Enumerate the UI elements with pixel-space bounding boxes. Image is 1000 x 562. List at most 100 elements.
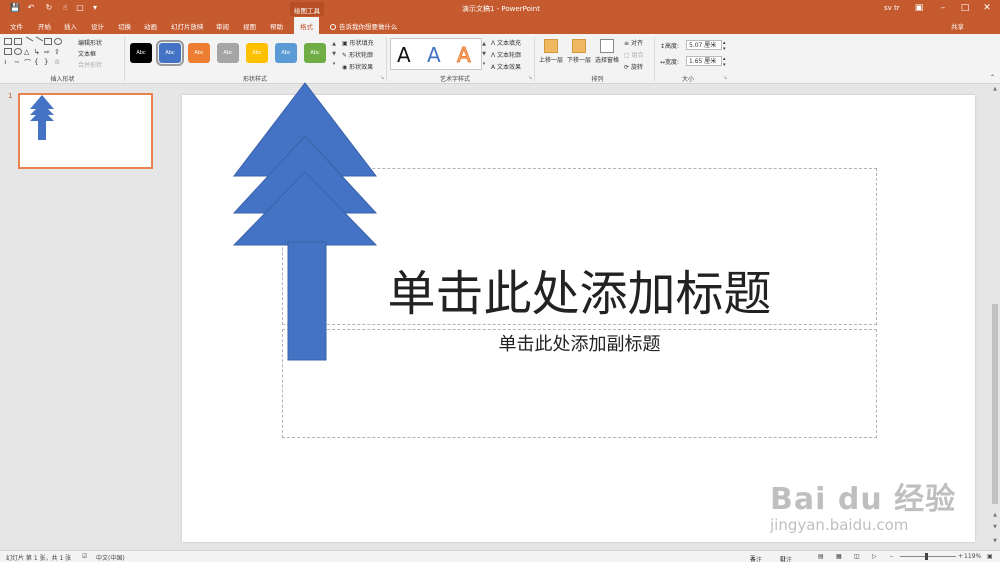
redo-icon[interactable]: ↻ [44,3,54,13]
shape-up-arrow-icon[interactable]: ⇧ [54,48,62,56]
width-spinner-icon[interactable]: ▴ ▾ [723,56,726,68]
share-button[interactable]: 共享 [951,21,964,31]
collapse-ribbon-icon[interactable]: ⌃ [990,74,995,81]
shapes-gallery[interactable]: △ ↳ ⇨ ⇧ ≀ ∼ ⌒ { } ☆ [4,36,70,70]
prev-slide-icon[interactable]: ▲ [992,512,998,518]
arrange-group-label: 排列 [591,76,604,83]
shape-oval-icon[interactable] [54,38,62,45]
new-file-icon[interactable]: □ [75,3,85,13]
tab-help[interactable]: 帮助 [270,21,283,31]
style-swatch-blue[interactable]: Abc [156,40,184,66]
undo-icon[interactable]: ↶ [26,3,36,13]
style-swatch-gray[interactable]: Abc [217,43,239,63]
shape-curve-icon[interactable]: ≀ [4,58,12,66]
shape-connector-icon[interactable]: ↳ [34,48,42,56]
shape-arc-icon[interactable]: ⌒ [24,58,32,67]
shape-styles-launcher-icon[interactable]: ↘ [380,75,384,81]
size-launcher-icon[interactable]: ↘ [723,75,727,81]
selection-pane-button[interactable]: 选择窗格 [594,39,620,64]
style-swatch-orange[interactable]: Abc [188,43,210,63]
height-spinner-icon[interactable]: ▴ ▾ [723,40,726,52]
group-button[interactable]: □ 组合 [624,50,644,59]
align-button[interactable]: ≡ 对齐 [624,38,643,47]
tab-design[interactable]: 设计 [91,21,104,31]
send-backward-button[interactable]: 下移一层 [566,39,592,64]
fit-slide-icon[interactable]: ▣ [987,553,993,560]
shape-rounded-rect-icon[interactable] [4,48,12,55]
style-swatch-lightblue[interactable]: Abc [275,43,297,63]
user-name[interactable]: sv tr [884,4,900,12]
tell-me-search[interactable]: 告诉我你想要做什么 [330,21,398,31]
slide-sorter-icon[interactable]: ▦ [836,553,842,560]
zoom-out-icon[interactable]: – [890,553,893,560]
shape-brace-icon[interactable]: { [34,58,42,66]
height-field[interactable]: 5.07 厘米 [686,40,722,50]
wordart-gallery-scroll[interactable]: ▲ ▼ ▾ [481,39,487,69]
wordart-style-blue[interactable]: A [427,42,441,68]
zoom-slider-thumb[interactable] [925,553,928,560]
merge-shapes-button[interactable]: 合并形状 [78,60,102,69]
ribbon-display-icon[interactable]: ▣ [912,2,926,14]
width-field[interactable]: 1.65 厘米 [686,56,722,66]
tab-slideshow[interactable]: 幻灯片放映 [171,21,204,31]
wordart-gallery[interactable]: A A A [390,38,482,70]
shape-rect-icon[interactable] [4,38,12,45]
edit-shape-button[interactable]: 编辑形状 [78,38,102,47]
normal-view-icon[interactable]: ▤ [818,553,824,560]
wordart-launcher-icon[interactable]: ↘ [528,75,532,81]
shape-triangle-icon[interactable]: △ [24,48,32,56]
shape-outline-button[interactable]: ✎ 形状轮廓 [342,50,373,59]
tab-view[interactable]: 视图 [243,21,256,31]
tree-trunk-rect[interactable] [287,241,327,361]
maximize-icon[interactable]: □ [958,2,972,14]
touch-mode-icon[interactable]: ☝ [60,3,70,13]
tab-insert[interactable]: 插入 [64,21,77,31]
shape-circle-icon[interactable] [14,48,22,55]
zoom-level[interactable]: 119% [964,553,981,560]
wordart-style-orange[interactable]: A [457,42,472,68]
shape-square-icon[interactable] [44,38,52,45]
shape-fill-button[interactable]: ▣ 形状填充 [342,38,374,47]
style-swatch-black[interactable]: Abc [130,43,152,63]
next-slide-icon[interactable]: ▼ [992,524,998,530]
tab-home[interactable]: 开始 [38,21,51,31]
text-effects-button[interactable]: A 文本效果 [491,62,521,71]
wordart-style-plain[interactable]: A [397,42,411,68]
shape-right-arrow-icon[interactable]: ⇨ [44,48,52,56]
tab-animations[interactable]: 动画 [144,21,157,31]
close-icon[interactable]: ✕ [980,2,994,14]
shape-arrow-line-icon[interactable] [32,36,44,47]
shape-star-icon[interactable]: ☆ [54,58,62,66]
rotate-button[interactable]: ⟳ 旋转 [624,62,643,71]
style-swatch-gold[interactable]: Abc [246,43,268,63]
save-icon[interactable]: 💾 [10,3,20,13]
style-swatch-green[interactable]: Abc [304,43,326,63]
spelling-icon[interactable]: ☑ [82,553,87,560]
scroll-down-icon[interactable]: ▼ [992,538,998,544]
shape-brace-close-icon[interactable]: } [44,58,52,66]
minimize-icon[interactable]: – [936,2,950,14]
slideshow-icon[interactable]: ▷ [872,553,877,560]
bring-forward-button[interactable]: 上移一层 [538,39,564,64]
tab-file[interactable]: 文件 [10,21,23,31]
zoom-in-icon[interactable]: + [958,553,963,560]
text-outline-button[interactable]: Λ 文本轮廓 [491,50,521,59]
tab-transitions[interactable]: 切换 [118,21,131,31]
text-box-button[interactable]: 文本框 [78,49,96,58]
language-status[interactable]: 中文(中国) [96,553,125,562]
shape-freeform-icon[interactable]: ∼ [14,58,22,66]
customize-qat-icon[interactable]: ▾ [90,3,100,13]
shape-effects-button[interactable]: ◉ 形状效果 [342,62,373,71]
zoom-slider[interactable] [900,556,956,557]
vertical-scrollbar[interactable]: ▲ ▲ ▼ ▼ [990,84,1000,550]
tab-review[interactable]: 审阅 [216,21,229,31]
slide-thumbnail[interactable] [18,93,153,169]
scroll-up-icon[interactable]: ▲ [992,86,998,92]
scrollbar-thumb[interactable] [992,304,998,504]
shape-line-icon[interactable] [22,36,34,47]
tab-format[interactable]: 格式 [294,17,319,34]
styles-gallery-scroll[interactable]: ▲ ▼ ▾ [331,39,337,69]
text-fill-button[interactable]: Λ 文本填充 [491,38,521,47]
shape-textbox-icon[interactable] [14,38,22,45]
reading-view-icon[interactable]: ◫ [854,553,860,560]
